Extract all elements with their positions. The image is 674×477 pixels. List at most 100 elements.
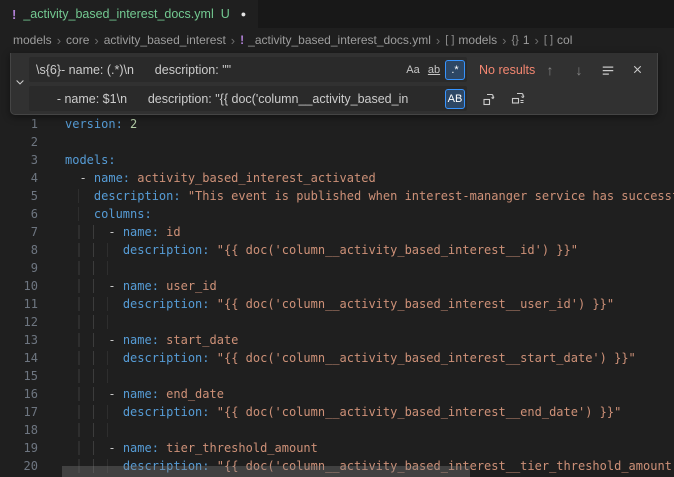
breadcrumb-item-models[interactable]: [ ] models: [445, 33, 497, 47]
breadcrumb-item-core[interactable]: core: [66, 33, 89, 47]
line-content: - name: id: [65, 223, 181, 241]
tab-bar: ! _activity_based_interest_docs.yml U ●: [0, 0, 674, 28]
breadcrumb-label: models: [458, 33, 497, 47]
replace-row: - name: $1\n description: "{{ doc('colum…: [29, 86, 651, 111]
regex-toggle[interactable]: .*: [445, 60, 465, 80]
line-number: 8: [0, 241, 38, 259]
code-line[interactable]: 4 - name: activity_based_interest_activa…: [0, 169, 674, 187]
code-line[interactable]: 19 - name: tier_threshold_amount: [0, 439, 674, 457]
code-line[interactable]: 1version: 2: [0, 115, 674, 133]
editor-pane[interactable]: \s{6}- name: (.*)\n description: "" Aa a…: [0, 52, 674, 477]
code-line[interactable]: 11 description: "{{ doc('column__activit…: [0, 295, 674, 313]
indent-guides: [65, 243, 108, 257]
breadcrumb-label: core: [66, 33, 89, 47]
breadcrumb-item--activity-based-interest-docs-yml[interactable]: !_activity_based_interest_docs.yml: [240, 33, 431, 47]
line-content: description: "This event is published wh…: [65, 187, 674, 205]
find-in-selection-button[interactable]: [598, 60, 618, 80]
breadcrumb-label: 1: [523, 33, 530, 47]
breadcrumb: models › core › activity_based_interest › !_ac…: [0, 28, 674, 52]
code-line[interactable]: 6 columns:: [0, 205, 674, 223]
indent-guides: [65, 297, 108, 311]
breadcrumb-separator-icon: ›: [436, 33, 440, 48]
line-number: 19: [0, 439, 38, 457]
previous-match-button[interactable]: ↑: [540, 60, 560, 80]
line-content: [65, 367, 123, 385]
find-replace-widget: \s{6}- name: (.*)\n description: "" Aa a…: [10, 53, 658, 115]
match-case-toggle[interactable]: Aa: [403, 60, 423, 80]
line-content: description: "{{ doc('column__activity_b…: [65, 349, 636, 367]
line-content: - name: end_date: [65, 385, 224, 403]
indent-guides: [65, 225, 94, 239]
symbol-object-icon: {}: [511, 34, 518, 46]
line-number: 5: [0, 187, 38, 205]
whole-word-toggle[interactable]: ab: [424, 60, 444, 80]
code-line[interactable]: 12: [0, 313, 674, 331]
line-number: 11: [0, 295, 38, 313]
breadcrumb-separator-icon: ›: [502, 33, 506, 48]
line-content: [65, 421, 123, 439]
indent-guides: [65, 261, 108, 275]
breadcrumb-item-1[interactable]: {} 1: [511, 33, 529, 47]
replace-all-button[interactable]: [508, 89, 528, 109]
breadcrumb-label: col: [557, 33, 572, 47]
next-match-button[interactable]: ↓: [569, 60, 589, 80]
code-line[interactable]: 3 models:: [0, 151, 674, 169]
line-content: - name: activity_based_interest_activate…: [65, 169, 376, 187]
line-content: models:: [65, 151, 116, 169]
line-content: [65, 259, 123, 277]
breadcrumb-item-models[interactable]: models: [13, 33, 52, 47]
line-number: 1: [0, 115, 38, 133]
breadcrumb-item-activity-based-interest[interactable]: activity_based_interest: [104, 33, 226, 47]
toggle-replace-button[interactable]: [11, 53, 29, 114]
line-number: 18: [0, 421, 38, 439]
code-line[interactable]: 16 - name: end_date: [0, 385, 674, 403]
tab-activity-based-interest-docs[interactable]: ! _activity_based_interest_docs.yml U ●: [0, 0, 258, 28]
line-content: [65, 313, 123, 331]
indent-guides: [65, 279, 94, 293]
code-line[interactable]: 8 description: "{{ doc('column__activity…: [0, 241, 674, 259]
code-line[interactable]: 10 - name: user_id: [0, 277, 674, 295]
line-number: 3: [0, 151, 38, 169]
code-line[interactable]: 5 description: "This event is published …: [0, 187, 674, 205]
horizontal-scrollbar-thumb[interactable]: [62, 466, 470, 477]
indent-guides: [65, 423, 108, 437]
indent-guides: [65, 405, 108, 419]
indent-guides: [65, 315, 108, 329]
symbol-array-icon: [ ]: [445, 34, 454, 46]
line-content: columns:: [65, 205, 152, 223]
yaml-file-icon: !: [240, 33, 244, 47]
line-number: 20: [0, 457, 38, 475]
breadcrumb-separator-icon: ›: [535, 33, 539, 48]
symbol-array-icon: [ ]: [544, 34, 553, 46]
find-input[interactable]: \s{6}- name: (.*)\n description: "" Aa a…: [29, 57, 467, 82]
code-line[interactable]: 17 description: "{{ doc('column__activit…: [0, 403, 674, 421]
line-content: - name: start_date: [65, 331, 238, 349]
replace-button[interactable]: [479, 89, 499, 109]
line-content: description: "{{ doc('column__activity_b…: [65, 295, 614, 313]
vscode-window: ! _activity_based_interest_docs.yml U ● …: [0, 0, 674, 477]
code-line[interactable]: 14 description: "{{ doc('column__activit…: [0, 349, 674, 367]
whole-word-label: ab: [428, 64, 440, 76]
code-line[interactable]: 7 - name: id: [0, 223, 674, 241]
code-line[interactable]: 2: [0, 133, 674, 151]
indent-guides: [65, 189, 79, 203]
breadcrumb-item-col[interactable]: [ ] col: [544, 33, 573, 47]
preserve-case-toggle[interactable]: AB: [445, 89, 465, 109]
line-number: 14: [0, 349, 38, 367]
code-line[interactable]: 15: [0, 367, 674, 385]
results-count-label: No results: [479, 63, 535, 77]
line-content: - name: user_id: [65, 277, 217, 295]
line-number: 2: [0, 133, 38, 151]
code-line[interactable]: 18: [0, 421, 674, 439]
line-number: 4: [0, 169, 38, 187]
modified-indicator-icon[interactable]: ●: [241, 9, 246, 19]
line-number: 9: [0, 259, 38, 277]
code-area[interactable]: 1version: 223models:4 - name: activity_b…: [0, 115, 674, 475]
indent-guides: [65, 351, 108, 365]
close-find-button[interactable]: [627, 60, 647, 80]
replace-input[interactable]: - name: $1\n description: "{{ doc('colum…: [29, 86, 467, 111]
code-line[interactable]: 13 - name: start_date: [0, 331, 674, 349]
breadcrumb-separator-icon: ›: [231, 33, 235, 48]
line-number: 16: [0, 385, 38, 403]
code-line[interactable]: 9: [0, 259, 674, 277]
